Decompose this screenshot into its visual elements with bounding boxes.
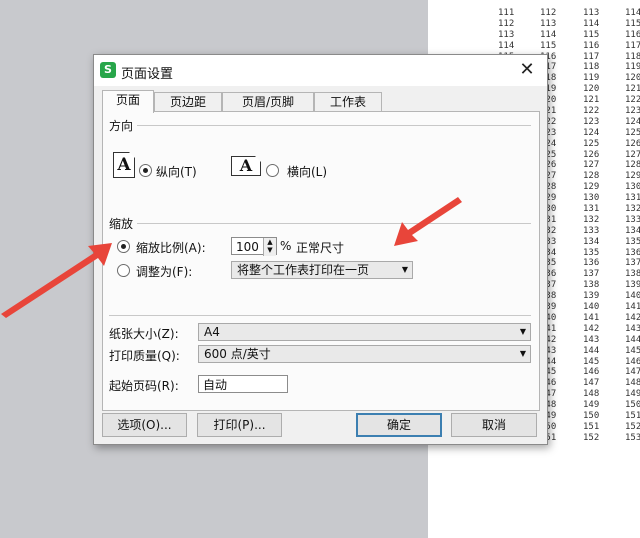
tab-page[interactable]: 页面 bbox=[102, 90, 154, 113]
annotation-arrows bbox=[1, 197, 462, 318]
arrow-to-scale-radio bbox=[1, 243, 112, 318]
arrow-to-normal-size bbox=[394, 197, 462, 246]
